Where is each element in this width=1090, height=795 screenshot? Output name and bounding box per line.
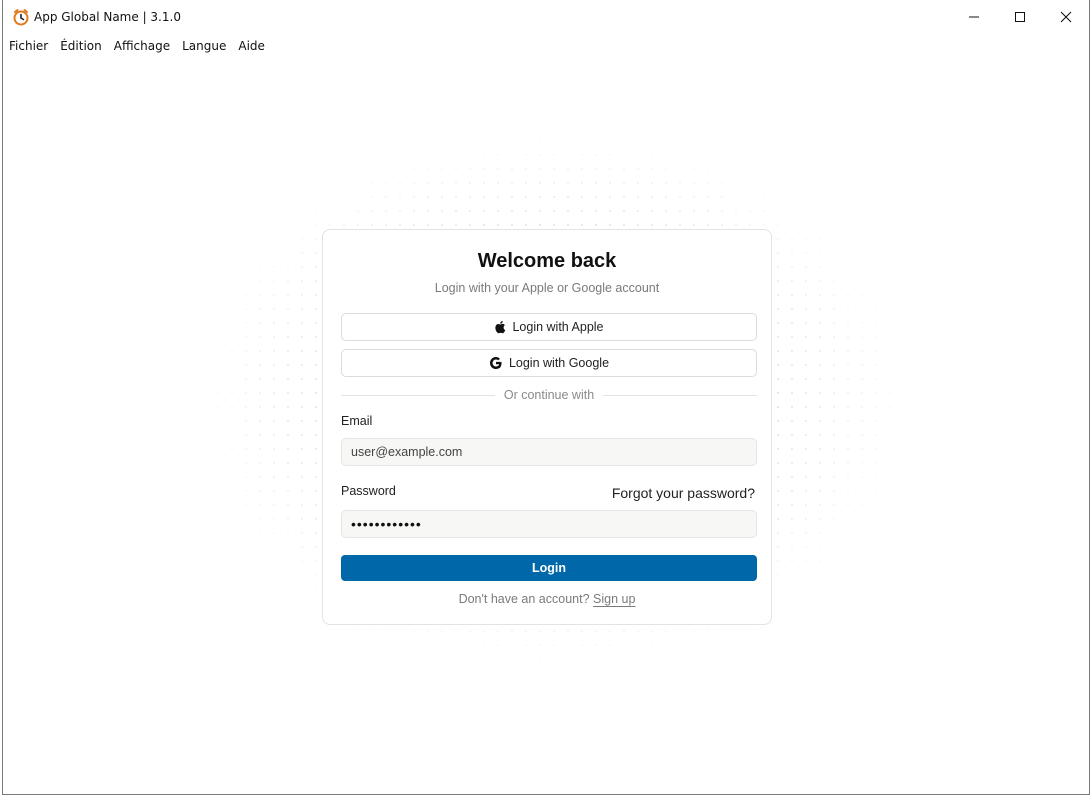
window-controls [951,0,1089,34]
alarm-clock-icon [12,8,30,26]
close-button[interactable] [1043,0,1089,34]
or-divider: Or continue with [341,387,758,403]
menu-bar: Fichier Édition Affichage Langue Aide [3,36,271,56]
apple-button-label: Login with Apple [512,320,604,334]
maximize-button[interactable] [997,0,1043,34]
menu-affichage[interactable]: Affichage [108,36,176,56]
signup-link[interactable]: Sign up [593,592,635,606]
menu-aide[interactable]: Aide [232,36,271,56]
forgot-password-link[interactable]: Forgot your password? [612,485,755,501]
menu-langue[interactable]: Langue [176,36,232,56]
login-button[interactable]: Login [341,555,757,581]
window-title: App Global Name | 3.1.0 [34,10,181,24]
divider-line-right [603,394,758,396]
title-bar[interactable]: App Global Name | 3.1.0 [3,0,1089,34]
menu-edition[interactable]: Édition [54,36,108,56]
login-with-google-button[interactable]: Login with Google [341,349,757,377]
signup-prompt: Don't have an account? [458,592,590,606]
apple-icon [495,321,506,334]
email-label: Email [341,414,373,428]
divider-text: Or continue with [503,388,595,402]
page-subtitle: Login with your Apple or Google account [434,281,660,295]
page-title: Welcome back [477,250,617,272]
signup-row: Don't have an account? Sign up [323,592,771,606]
google-icon [489,357,502,369]
divider-line-left [341,394,495,396]
password-label: Password [341,484,396,498]
maximize-icon [1015,12,1025,22]
minimize-icon [969,16,979,18]
login-card: Welcome back Login with your Apple or Go… [322,229,772,625]
app-window: App Global Name | 3.1.0 Fichier Édition … [2,0,1090,795]
login-with-apple-button[interactable]: Login with Apple [341,313,757,341]
minimize-button[interactable] [951,0,997,34]
menu-fichier[interactable]: Fichier [3,36,54,56]
email-field[interactable]: user@example.com [341,438,757,466]
google-button-label: Login with Google [508,356,610,370]
close-icon [1060,11,1072,23]
password-field[interactable]: •••••••••••• [341,510,757,538]
